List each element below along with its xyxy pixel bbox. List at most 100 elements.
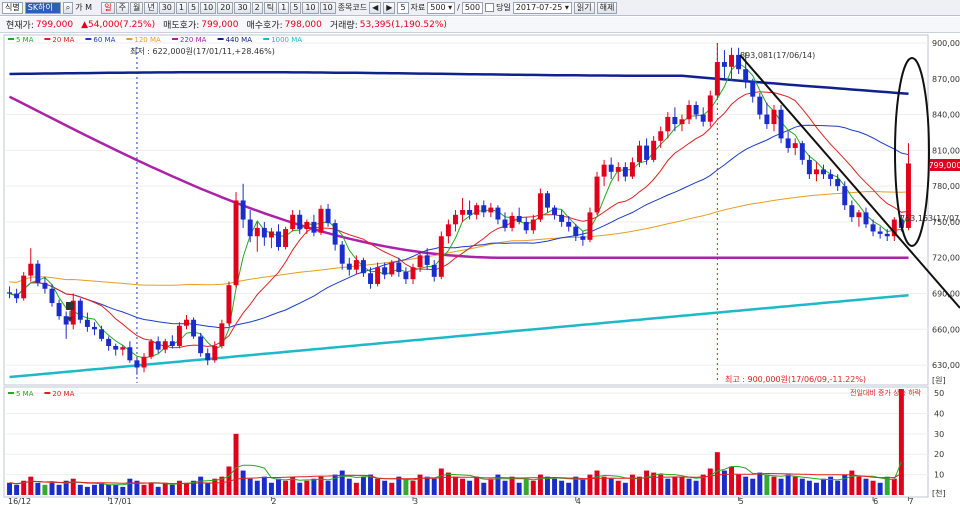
next-icon[interactable]: ▶ [383, 1, 396, 14]
date-checkbox[interactable] [485, 3, 495, 12]
code-input[interactable]: SK하이 [24, 1, 61, 14]
volume-bar [552, 478, 558, 495]
period-button[interactable]: 10 [302, 1, 319, 14]
volume-bar [339, 470, 345, 495]
candle-body [629, 162, 635, 177]
page-input[interactable]: 500 [461, 1, 484, 14]
legend-label: 120 MA [134, 36, 161, 44]
candle-body [360, 260, 366, 274]
volume-bar [360, 476, 366, 495]
candle-body [842, 186, 848, 206]
period-button[interactable]: 주 [115, 1, 129, 14]
legend-label: 20 MA [52, 36, 74, 44]
volume-bar [35, 482, 41, 495]
candle-body [198, 336, 204, 354]
save-button[interactable]: 읽기 [573, 1, 595, 14]
volume-bar [410, 480, 416, 495]
volume-bar [247, 478, 253, 495]
period-button[interactable]: 20 [217, 1, 234, 14]
price-tick-label: 840,000 [932, 111, 960, 120]
period-button[interactable]: 30 [158, 1, 175, 14]
period-button[interactable]: 1 [175, 1, 187, 14]
candle-body [396, 262, 402, 273]
volume-bar [891, 478, 897, 495]
volume-bar [757, 472, 763, 495]
cancel-button[interactable]: 해제 [596, 1, 618, 14]
candle-body [205, 353, 211, 361]
candle-body [14, 293, 20, 299]
count-input[interactable]: 5 [397, 1, 409, 14]
stock-name: 가 M [75, 3, 93, 12]
volume-tick-label: 20 [934, 450, 944, 459]
x-tick-label: 6 [873, 497, 878, 505]
volume-bar [424, 476, 430, 495]
candle-body [276, 231, 281, 247]
period-button[interactable]: 30 [234, 1, 251, 14]
period-button[interactable]: 년 [144, 1, 158, 14]
volume-bar [304, 480, 310, 495]
stock-chart[interactable]: 900,000870,000840,000810,000780,000750,0… [0, 33, 960, 505]
volume-bar [877, 482, 883, 495]
price-tick-label: 720,000 [932, 254, 960, 263]
candle-body [870, 224, 876, 232]
volume-bar [778, 478, 784, 495]
volume-bar [7, 482, 13, 495]
search-icon[interactable]: ⌕ [62, 1, 74, 14]
candle-body [184, 319, 189, 326]
date-select[interactable]: 2017-07-25 ▾ [512, 1, 572, 14]
volume-bar [707, 468, 713, 495]
volume-bar [474, 476, 480, 495]
period-button[interactable]: 1 [278, 1, 290, 14]
volume-bar [615, 480, 621, 495]
date-select-value: 2017-07-25 [515, 3, 563, 12]
candle-body [382, 267, 388, 275]
period-button[interactable]: 일 [101, 1, 115, 14]
volume-bar [445, 472, 451, 495]
stock-code-label: 종목코드 [337, 3, 368, 12]
candle-body [106, 338, 112, 347]
volume-bar [821, 478, 827, 495]
volume-bar [283, 480, 289, 495]
volume-bar [276, 478, 281, 495]
volume-bar [162, 482, 168, 495]
chart-area[interactable]: 900,000870,000840,000810,000780,000750,0… [0, 33, 960, 505]
candle-body [290, 214, 296, 230]
price-marker-text: 799,000 [928, 161, 960, 170]
candle-body [368, 273, 374, 284]
period-button[interactable]: 10 [200, 1, 217, 14]
candle-body [56, 303, 62, 317]
x-tick-label: 17/01 [109, 497, 132, 505]
period-button[interactable]: 월 [129, 1, 144, 14]
prev-icon[interactable]: ◀ [369, 1, 382, 14]
candle-body [247, 219, 253, 237]
volume-bar [566, 482, 572, 495]
candle-body [729, 54, 734, 67]
volume-bar [198, 476, 204, 495]
volume-bar [70, 478, 76, 495]
period-button[interactable]: 5 [290, 1, 302, 14]
candle-body [141, 356, 147, 368]
period-button[interactable]: 2 [251, 1, 263, 14]
volume-bar [99, 482, 105, 495]
candle-body [113, 346, 119, 350]
data-select[interactable]: 500 ▾ [427, 1, 456, 14]
volume-bar [261, 476, 267, 495]
volume-bar [516, 482, 522, 495]
candle-body [764, 114, 770, 125]
ask-value: 799,000 [201, 19, 239, 30]
candle-body [608, 164, 614, 172]
period-button[interactable]: 틱 [263, 1, 278, 14]
period-button[interactable]: 10 [319, 1, 336, 14]
volume-bar [141, 484, 147, 495]
period-button[interactable]: 5 [188, 1, 200, 14]
candle-body [580, 236, 586, 240]
volume-bar [580, 478, 586, 495]
volume-bar [686, 478, 692, 495]
low-annotation: 최저 : 622,000원(17/01/11,+28.46%) [130, 46, 275, 56]
candle-body [573, 226, 579, 237]
price-tick-label: 780,000 [932, 182, 960, 191]
volume-bar [898, 389, 904, 495]
volume-bar [91, 484, 97, 495]
candle-body [268, 231, 274, 238]
candle-body [424, 255, 430, 265]
